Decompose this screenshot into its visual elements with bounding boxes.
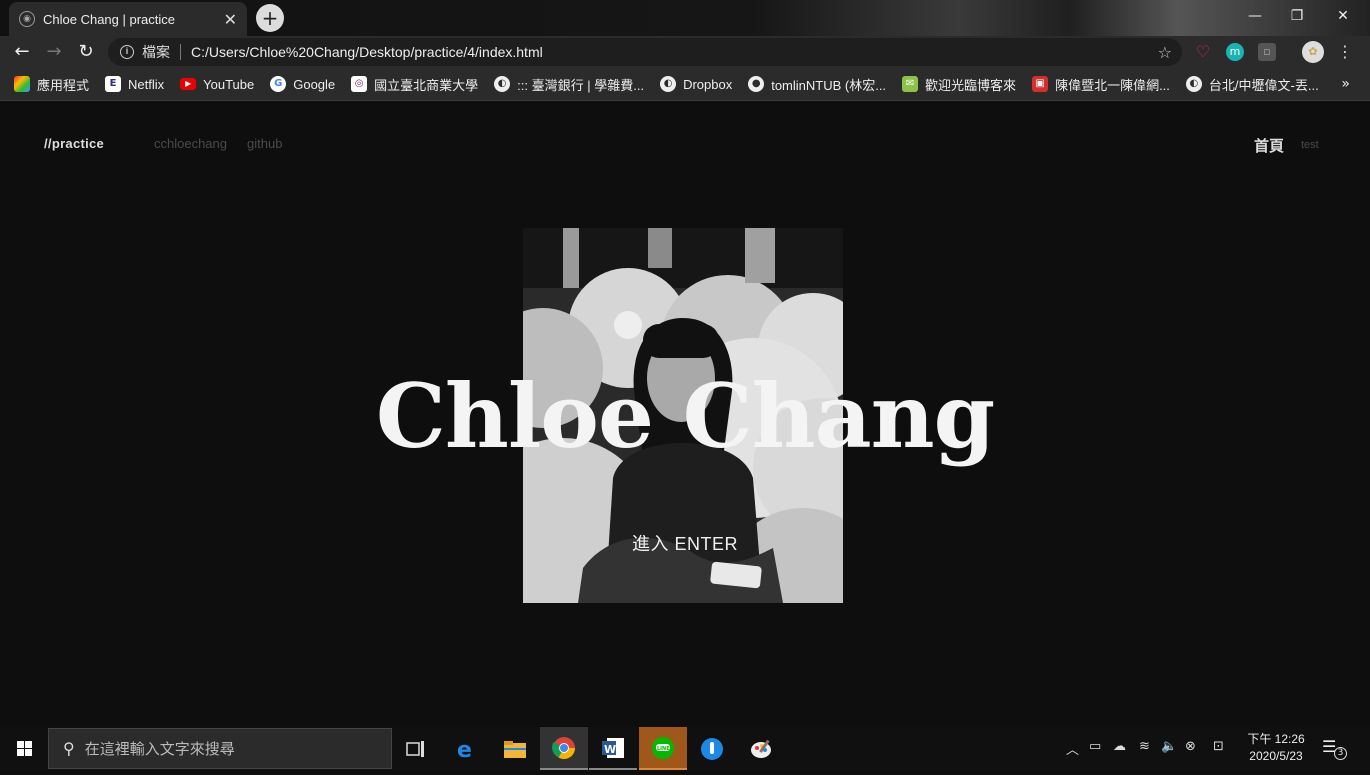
github-icon: ● <box>748 76 765 92</box>
bookmark-school2[interactable]: ◐ 台北/中壢偉文-丟... <box>1185 75 1319 94</box>
back-arrow-icon[interactable]: ← <box>8 38 36 66</box>
line-app-icon[interactable]: LINE <box>639 727 687 770</box>
browser-title-bar: ◉ Chloe Chang | practice ✕ + — ❐ ✕ <box>0 0 1370 36</box>
bookmark-label: 國立臺北商業大學 <box>374 77 479 93</box>
bookmark-star-icon[interactable]: ☆ <box>1158 43 1172 62</box>
omnibox-divider <box>180 44 181 60</box>
link-cchloechang[interactable]: cchloechang <box>154 136 227 151</box>
bookmarks-bar: 應用程式 E Netflix ▶ YouTube G Google ◎ 國立臺北… <box>0 68 1370 101</box>
input-status-icon[interactable]: ⊗ <box>1185 739 1196 754</box>
nav-test-link[interactable]: test <box>1301 139 1319 151</box>
globe-icon: ◐ <box>1185 76 1202 92</box>
bookmark-books[interactable]: ✉ 歡迎光臨博客來 <box>902 75 1016 94</box>
svg-text:LINE: LINE <box>657 746 670 752</box>
wifi-icon[interactable]: ≋ <box>1139 739 1150 754</box>
reload-icon[interactable]: ↻ <box>72 38 100 66</box>
globe-icon: ◐ <box>494 76 511 92</box>
bookmark-youtube[interactable]: ▶ YouTube <box>180 77 254 92</box>
bookmark-label: 應用程式 <box>37 77 90 93</box>
globe-icon: ◐ <box>660 76 677 92</box>
restore-button[interactable]: ❐ <box>1274 2 1320 30</box>
bookmark-label: 台北/中壢偉文-丟... <box>1208 77 1319 93</box>
word-icon[interactable]: W <box>589 727 637 770</box>
browser-toolbar: ← → ↻ i 檔案 C:/Users/Chloe%20Chang/Deskto… <box>0 36 1370 68</box>
forward-arrow-icon[interactable]: → <box>40 38 68 66</box>
bookmark-label: ::: 臺灣銀行 | 學雜費... <box>517 77 645 93</box>
svg-text:W: W <box>604 743 616 756</box>
address-bar[interactable]: i 檔案 C:/Users/Chloe%20Chang/Desktop/prac… <box>108 38 1182 66</box>
tray-overflow-icon[interactable]: ︿ <box>1066 739 1079 758</box>
books-icon: ✉ <box>902 76 919 92</box>
bookmark-netflix[interactable]: E Netflix <box>105 76 164 92</box>
system-clock[interactable]: 下午 12:26 2020/5/23 <box>1236 731 1316 765</box>
bookmark-apps[interactable]: 應用程式 <box>14 75 89 94</box>
bookmark-dropbox[interactable]: ◐ Dropbox <box>660 76 732 92</box>
minimize-button[interactable]: — <box>1232 2 1278 30</box>
bookmark-bank[interactable]: ◐ ::: 臺灣銀行 | 學雜費... <box>494 75 644 94</box>
bookmarks-overflow-icon[interactable]: » <box>1341 76 1350 92</box>
bookmark-ntub[interactable]: ◎ 國立臺北商業大學 <box>351 75 478 94</box>
school-icon: ◎ <box>351 76 368 92</box>
nav-home-link[interactable]: 首頁 <box>1254 135 1284 156</box>
search-placeholder: 在這裡輸入文字來搜尋 <box>84 741 235 758</box>
onedrive-cloud-icon[interactable]: ☁ <box>1113 739 1126 754</box>
battery-icon[interactable]: ▭ <box>1089 739 1101 754</box>
bookmark-label: tomlinNTUB (林宏... <box>771 77 887 93</box>
svg-text:e: e <box>457 738 472 761</box>
browser-tab[interactable]: ◉ Chloe Chang | practice ✕ <box>9 2 247 36</box>
apps-grid-icon <box>14 76 30 92</box>
pen-app-icon[interactable] <box>688 727 736 770</box>
windows-taskbar: ⚲ 在這裡輸入文字來搜尋 e W LINE ︿ ▭ ☁ ≋ 🔈 ⊗ ⊡ 下午 1… <box>0 727 1370 770</box>
taskbar-search-box[interactable]: ⚲ 在這裡輸入文字來搜尋 <box>48 728 392 769</box>
scheme-label: 檔案 <box>142 44 170 60</box>
clock-date: 2020/5/23 <box>1249 749 1303 763</box>
site-info-icon[interactable]: i <box>120 45 134 59</box>
action-center-icon[interactable]: ☰ 3 <box>1322 737 1347 760</box>
bookmark-label: YouTube <box>203 76 255 92</box>
bookmark-github[interactable]: ● tomlinNTUB (林宏... <box>748 75 886 94</box>
file-explorer-icon[interactable] <box>491 727 539 770</box>
windows-logo-icon <box>17 741 32 756</box>
bookmark-label: Netflix <box>128 76 165 92</box>
search-icon: ⚲ <box>63 739 75 758</box>
edge-browser-icon[interactable]: e <box>443 727 491 770</box>
bookmark-video[interactable]: ▣ 陳偉暨北一陳偉網... <box>1032 75 1170 94</box>
bookmark-label: 歡迎光臨博客來 <box>925 77 1017 93</box>
bookmark-label: Google <box>293 76 336 92</box>
clock-time: 下午 12:26 <box>1247 732 1305 746</box>
heart-extension-icon[interactable]: ♡ <box>1194 43 1212 61</box>
browser-menu-icon[interactable]: ⋮ <box>1336 43 1354 61</box>
youtube-icon: ▶ <box>180 78 197 90</box>
windows-start-button[interactable] <box>0 727 48 770</box>
task-view-icon[interactable] <box>392 727 440 770</box>
square-extension-icon[interactable]: ▫ <box>1258 43 1276 61</box>
volume-icon[interactable]: 🔈 <box>1161 739 1177 754</box>
new-tab-button[interactable]: + <box>256 4 284 32</box>
google-icon: G <box>270 76 287 92</box>
bookmark-label: Dropbox <box>683 76 733 92</box>
bookmark-label: 陳偉暨北一陳偉網... <box>1055 77 1170 93</box>
window-close-button[interactable]: ✕ <box>1320 2 1366 30</box>
paint-app-icon[interactable] <box>737 727 785 770</box>
link-github[interactable]: github <box>247 136 282 151</box>
notification-count: 3 <box>1334 747 1347 760</box>
url-text[interactable]: C:/Users/Chloe%20Chang/Desktop/practice/… <box>191 44 1158 60</box>
page-favicon-icon: ◉ <box>19 11 35 27</box>
chrome-taskbar-icon[interactable] <box>540 727 588 770</box>
netflix-icon: E <box>105 76 122 92</box>
enter-button[interactable]: 進入 ENTER <box>0 530 1370 556</box>
tab-title: Chloe Chang | practice <box>43 11 176 27</box>
profile-avatar[interactable]: ✿ <box>1302 41 1324 63</box>
bookmark-google[interactable]: G Google <box>270 76 335 92</box>
ime-icon[interactable]: ⊡ <box>1213 739 1224 754</box>
hero-title: Chloe Chang <box>375 364 995 468</box>
web-page: //practice cchloechang github 首頁 test Ch… <box>0 102 1370 727</box>
video-icon: ▣ <box>1032 76 1049 92</box>
m-extension-icon[interactable]: m <box>1226 43 1244 61</box>
site-brand[interactable]: //practice <box>44 136 104 151</box>
tab-close-icon[interactable]: ✕ <box>224 10 237 29</box>
